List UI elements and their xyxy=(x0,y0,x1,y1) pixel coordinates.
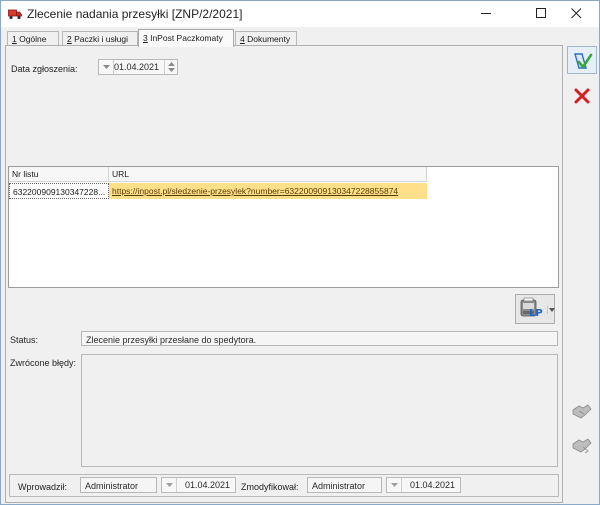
lp-badge: LP xyxy=(529,308,543,319)
spinner-icon[interactable] xyxy=(164,60,177,74)
cell-nr-listu[interactable]: 632200909130347228... xyxy=(9,183,109,199)
tracking-grid[interactable]: Nr listu URL 632200909130347228... https… xyxy=(8,166,559,288)
audit-footer: Wprowadził: Administrator 01.04.2021 Zmo… xyxy=(9,474,559,497)
tab-label: InPost Paczkomaty xyxy=(147,33,223,43)
modified-by-field: Administrator xyxy=(307,477,382,493)
modified-date-value: 01.04.2021 xyxy=(409,480,455,490)
tool-button-1[interactable] xyxy=(567,398,597,426)
status-label: Status: xyxy=(10,335,39,345)
entered-date-field: 01.04.2021 xyxy=(161,477,236,493)
table-row[interactable]: 632200909130347228... https://inpost.pl/… xyxy=(9,183,427,199)
truck-icon xyxy=(8,8,22,20)
tab-label: Ogólne xyxy=(16,34,47,44)
entered-label: Wprowadził: xyxy=(18,482,68,492)
date-field[interactable]: 01.04.2021 xyxy=(98,59,178,75)
tab-inpost-paczkomaty[interactable]: 3 InPost Paczkomaty xyxy=(138,29,234,47)
close-x-icon xyxy=(573,87,591,107)
modified-label: Zmodyfikował: xyxy=(241,482,299,492)
column-header-nr-listu[interactable]: Nr listu xyxy=(9,167,109,182)
tracking-link[interactable]: https://inpost.pl/sledzenie-przesylek?nu… xyxy=(112,186,398,196)
status-field: Zlecenie przesyłki przesłane do spedytor… xyxy=(81,331,558,346)
dropdown-arrow-icon xyxy=(387,478,402,492)
grid-header: Nr listu URL xyxy=(9,167,427,182)
date-label: Data zgłoszenia: xyxy=(11,64,78,74)
chevron-down-icon[interactable] xyxy=(547,306,555,314)
entered-by-field: Administrator xyxy=(80,477,157,493)
cell-url-link[interactable]: https://inpost.pl/sledzenie-przesylek?nu… xyxy=(109,183,427,199)
window-title: Zlecenie nadania przesyłki [ZNP/2/2021] xyxy=(27,7,243,21)
entered-date-value: 01.04.2021 xyxy=(184,480,230,490)
tab-paczki-i-uslugi[interactable]: 2 Paczki i usługi xyxy=(62,31,138,46)
date-value: 01.04.2021 xyxy=(113,62,159,72)
errors-field xyxy=(81,354,558,467)
save-button[interactable] xyxy=(567,46,597,74)
title-bar: Zlecenie nadania przesyłki [ZNP/2/2021] xyxy=(1,1,599,27)
modified-date-field: 01.04.2021 xyxy=(386,477,461,493)
tab-dokumenty[interactable]: 4 Dokumenty xyxy=(235,31,297,46)
errors-label: Zwrócone błędy: xyxy=(10,358,77,368)
tab-label: Paczki i usługi xyxy=(71,34,128,44)
save-disk-icon xyxy=(572,50,594,74)
tab-ogolne[interactable]: 1 Ogólne xyxy=(7,31,59,46)
tab-label: Dokumenty xyxy=(244,34,291,44)
tool-button-2[interactable] xyxy=(567,432,597,460)
dropdown-arrow-icon[interactable] xyxy=(99,60,114,74)
dropdown-arrow-icon xyxy=(162,478,177,492)
close-window-button[interactable] xyxy=(555,1,599,27)
column-header-url[interactable]: URL xyxy=(109,167,427,182)
handshake-icon xyxy=(571,436,593,458)
cancel-button[interactable] xyxy=(567,83,597,111)
minimize-button[interactable] xyxy=(465,1,509,27)
main-window: Zlecenie nadania przesyłki [ZNP/2/2021] … xyxy=(0,0,600,505)
handshake-icon xyxy=(571,402,593,424)
label-print-button[interactable]: LP xyxy=(515,294,555,324)
